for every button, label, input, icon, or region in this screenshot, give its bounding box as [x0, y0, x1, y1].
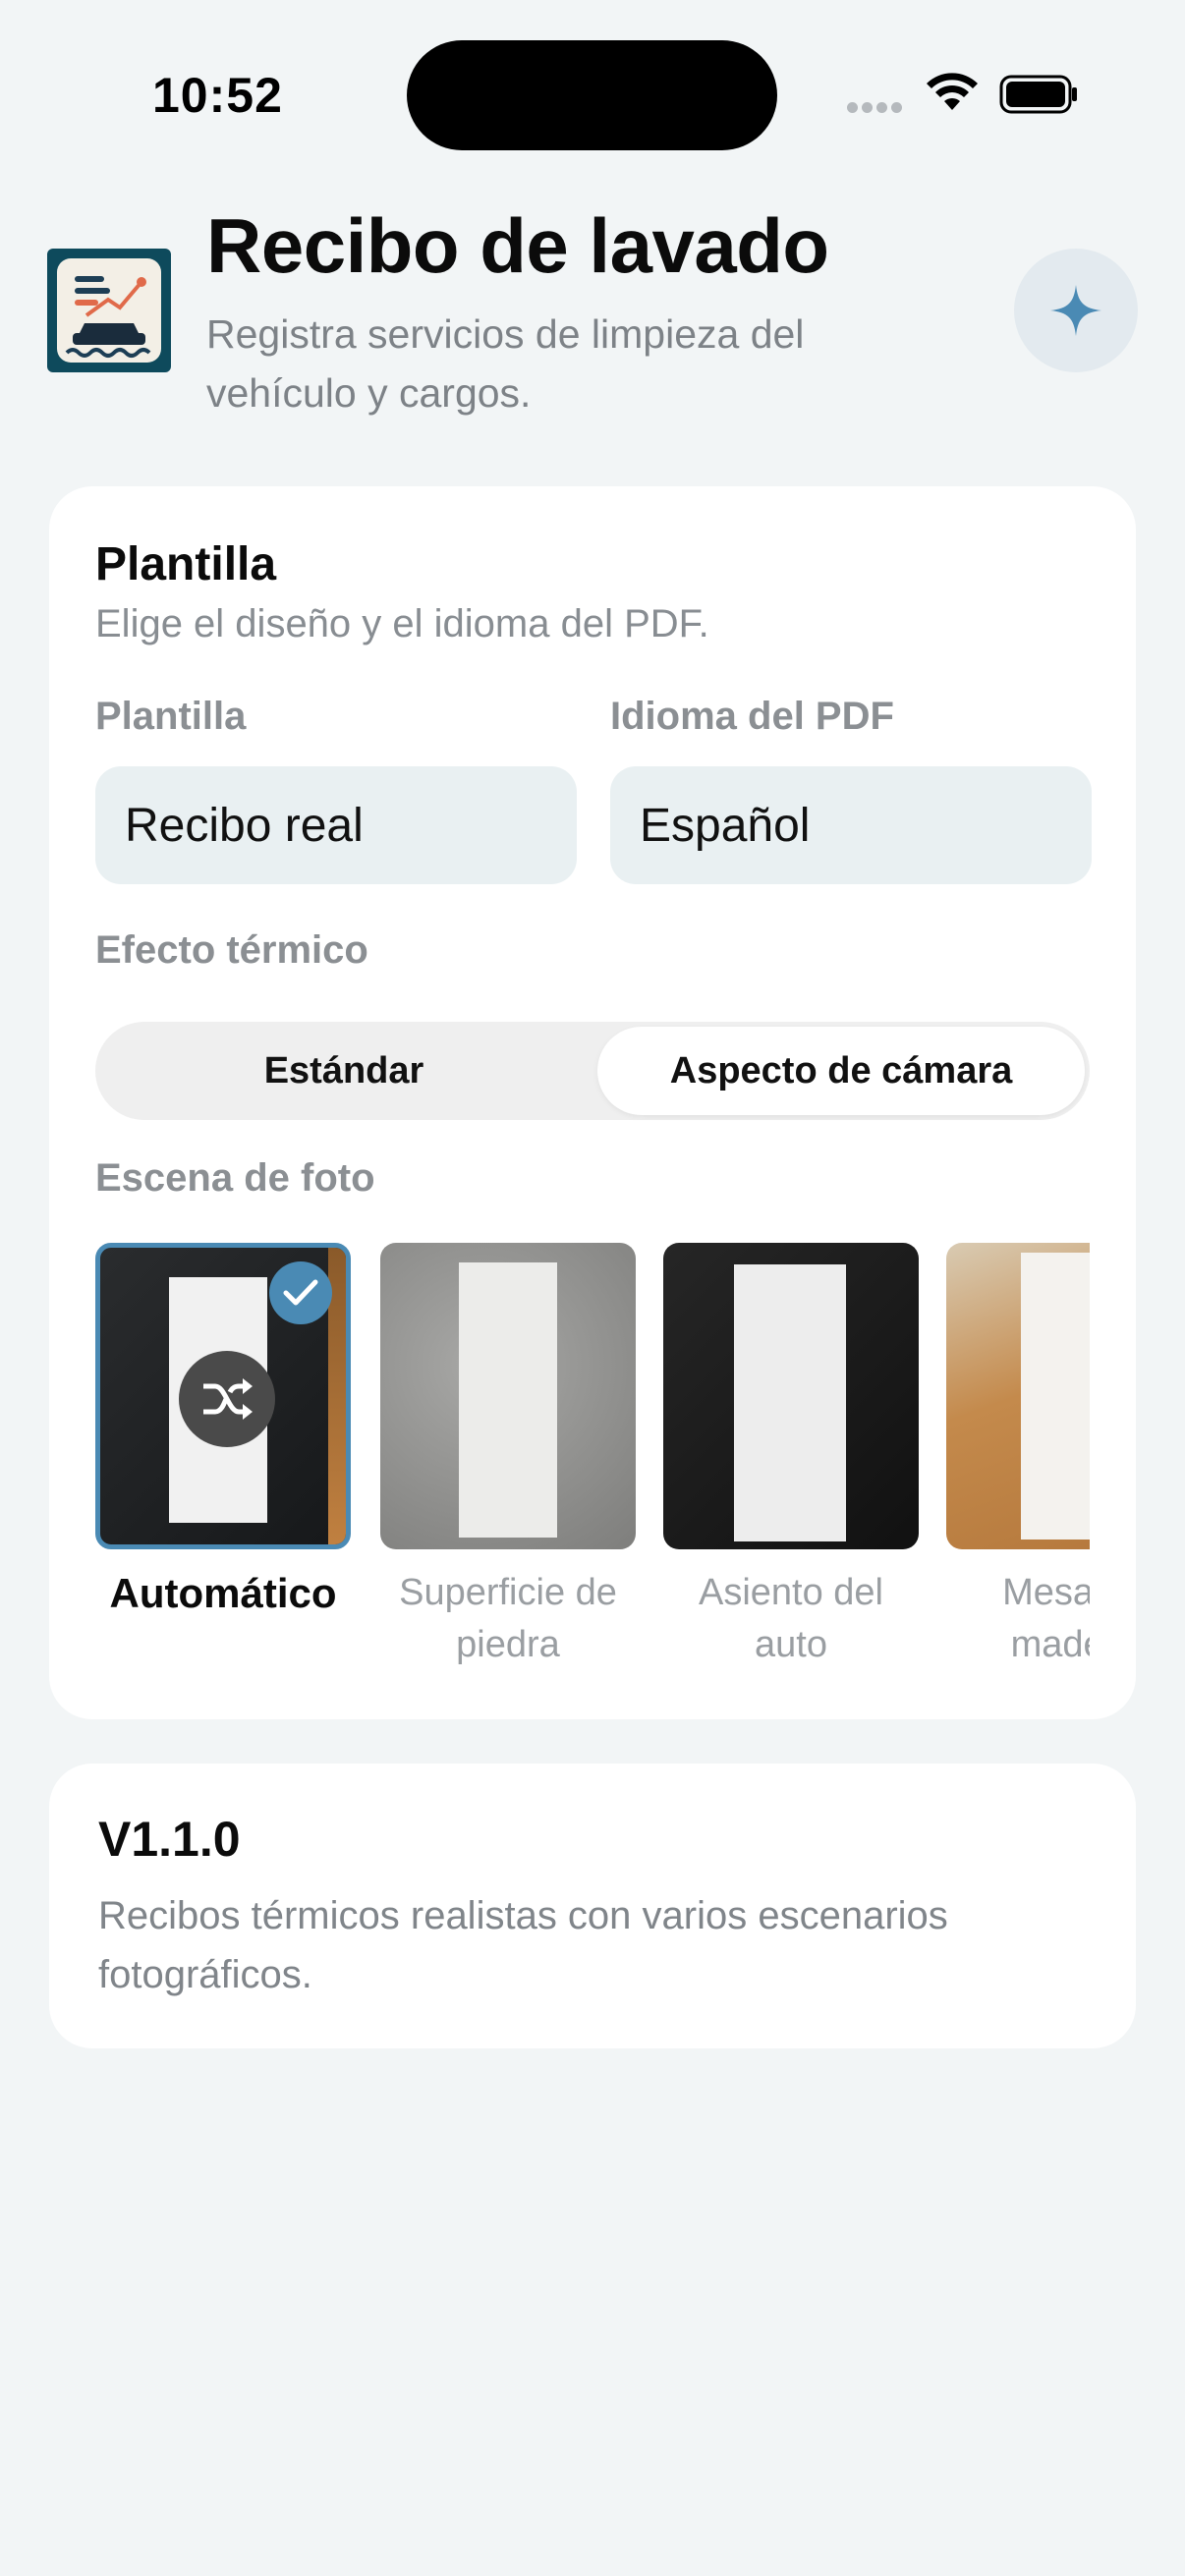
section-description: Elige el diseño y el idioma del PDF. [95, 602, 709, 645]
scene-label: Automático [109, 1570, 337, 1616]
sparkle-button[interactable] [1014, 249, 1138, 372]
version-description: Recibos térmicos realistas con varios es… [98, 1894, 948, 1996]
version-title: V1.1.0 [98, 1812, 241, 1867]
thermal-option-camera[interactable]: Aspecto de cámara [597, 1027, 1085, 1115]
page-subtitle: Registra servicios de limpieza del vehíc… [206, 311, 805, 416]
scene-automatic[interactable]: Automático [95, 1243, 351, 1619]
scene-stone-surface[interactable]: Superficie de piedra [380, 1243, 636, 1671]
app-logo [47, 249, 171, 372]
scene-label: Mesa de madera [1002, 1572, 1090, 1665]
status-time: 10:52 [152, 68, 283, 123]
template-label: Plantilla [95, 695, 247, 738]
checkmark-icon [269, 1261, 332, 1324]
version-card: V1.1.0 Recibos térmicos realistas con va… [49, 1764, 1136, 2048]
scene-label: Asiento del auto [698, 1572, 883, 1665]
scene-wood-table[interactable]: Mesa de madera [946, 1243, 1090, 1671]
shuffle-icon [179, 1351, 275, 1447]
scene-label: Superficie de piedra [399, 1572, 617, 1665]
thermal-option-standard[interactable]: Estándar [100, 1027, 588, 1115]
scene-thumbnail [380, 1243, 636, 1549]
scene-thumbnail [663, 1243, 919, 1549]
thermal-effect-segmented: Estándar Aspecto de cámara [95, 1022, 1090, 1120]
wifi-icon [927, 73, 978, 110]
pdf-language-label: Idioma del PDF [610, 695, 894, 738]
photo-scene-label: Escena de foto [95, 1156, 375, 1200]
battery-icon [999, 75, 1077, 114]
section-title: Plantilla [95, 538, 277, 590]
pdf-language-select[interactable]: Español [610, 766, 1092, 884]
scene-car-seat[interactable]: Asiento del auto [663, 1243, 919, 1671]
scene-thumbnail [95, 1243, 351, 1549]
scene-carousel[interactable]: Automático Superficie de piedra Asiento … [95, 1243, 1090, 1685]
template-select[interactable]: Recibo real [95, 766, 577, 884]
page-title: Recibo de lavado [206, 202, 829, 289]
screen: 10:52 Recibo de lavado Registra servicio… [0, 0, 1185, 2576]
sparkle-icon [1050, 285, 1101, 336]
dynamic-island [407, 40, 777, 150]
template-card: Plantilla Elige el diseño y el idioma de… [49, 486, 1136, 1719]
scene-thumbnail [946, 1243, 1090, 1549]
thermal-effect-label: Efecto térmico [95, 928, 368, 972]
